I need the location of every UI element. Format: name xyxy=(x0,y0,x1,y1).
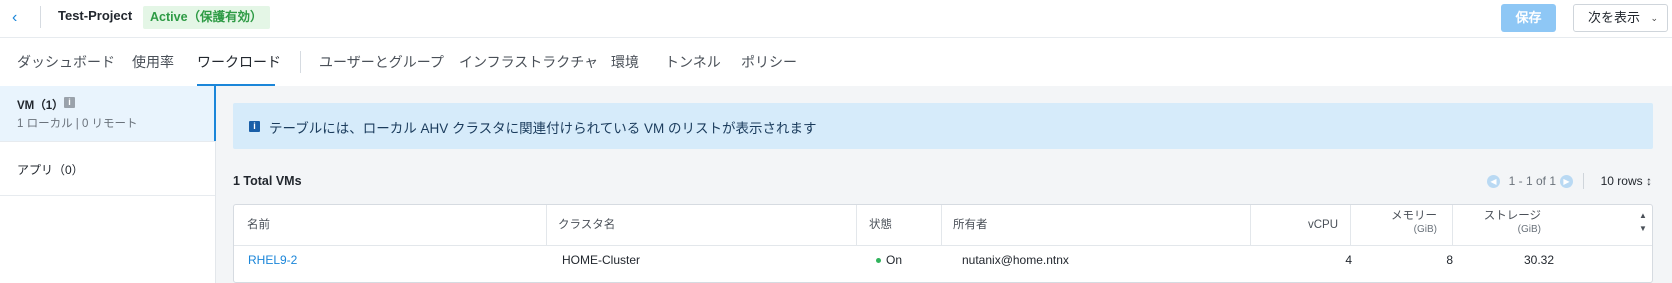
column-header-storage[interactable]: ストレージ (GiB) xyxy=(1452,209,1541,237)
cell-memory: 8 xyxy=(1446,253,1453,267)
column-header-owner[interactable]: 所有者 xyxy=(953,205,988,245)
column-header-memory-label: メモリー xyxy=(1391,210,1437,222)
tab-dashboard[interactable]: ダッシュボード xyxy=(17,38,115,86)
info-icon[interactable]: i xyxy=(64,97,75,108)
tab-usage[interactable]: 使用率 xyxy=(132,38,174,86)
sidebar-item-vm-subtitle: 1 ローカル | 0 リモート xyxy=(17,118,138,130)
view-dropdown-label: 次を表示 xyxy=(1588,10,1641,25)
sidebar-item-vm-label: VM（1） xyxy=(17,100,64,112)
tab-policy[interactable]: ポリシー xyxy=(741,38,797,86)
rows-per-page-label: 10 rows xyxy=(1600,174,1643,188)
sidebar-item-app[interactable]: アプリ（0） xyxy=(0,142,215,195)
save-button[interactable]: 保存 xyxy=(1501,4,1556,32)
column-header-storage-label: ストレージ xyxy=(1483,210,1541,222)
column-header-memory-unit: (GiB) xyxy=(1413,224,1437,235)
rows-per-page-select[interactable]: 10 rows ↕ xyxy=(1601,174,1652,188)
column-header-storage-unit: (GiB) xyxy=(1517,224,1541,235)
pagination: ◀ 1 - 1 of 1 ▶ 10 rows ↕ xyxy=(1482,172,1652,190)
status-badge: Active（保護有効） xyxy=(143,6,270,29)
sidebar-item-app-label: アプリ（0） xyxy=(17,163,84,177)
column-header-name[interactable]: 名前 xyxy=(247,205,270,245)
vm-name-link[interactable]: RHEL9-2 xyxy=(248,253,297,267)
sidebar-divider xyxy=(0,195,215,196)
tab-separator xyxy=(300,51,301,73)
cell-vcpu: 4 xyxy=(1345,253,1352,267)
pagination-divider xyxy=(1583,173,1584,189)
column-separator xyxy=(941,205,942,245)
back-button[interactable]: ‹ xyxy=(12,9,28,27)
info-banner-text: テーブルには、ローカル AHV クラスタに関連付けられている VM のリストが表… xyxy=(269,121,817,136)
tab-bar: ダッシュボード 使用率 ワークロード ユーザーとグループ インフラストラクチャ … xyxy=(0,38,1672,86)
tab-workload[interactable]: ワークロード xyxy=(197,38,281,86)
page-header: ‹ Test-Project Active（保護有効） 保存 次を表示 ⌄ xyxy=(0,0,1672,38)
status-on-dot-icon xyxy=(876,258,881,264)
column-header-vcpu[interactable]: vCPU xyxy=(1250,205,1338,245)
cell-cluster: HOME-Cluster xyxy=(562,253,641,267)
column-separator xyxy=(856,205,857,245)
info-banner: i テーブルには、ローカル AHV クラスタに関連付けられている VM のリスト… xyxy=(233,103,1653,149)
column-header-memory[interactable]: メモリー (GiB) xyxy=(1350,209,1437,237)
tab-infrastructure[interactable]: インフラストラクチャ xyxy=(459,38,598,86)
info-icon: i xyxy=(249,121,260,132)
cell-owner: nutanix@home.ntnx xyxy=(962,253,1069,267)
column-header-cluster[interactable]: クラスタ名 xyxy=(558,205,615,245)
chevron-left-icon: ‹ xyxy=(12,9,18,26)
tab-tunnel[interactable]: トンネル xyxy=(665,38,721,86)
main-content: i テーブルには、ローカル AHV クラスタに関連付けられている VM のリスト… xyxy=(216,86,1672,283)
cell-storage: 30.32 xyxy=(1523,253,1554,267)
sort-updown-icon: ↕ xyxy=(1646,174,1652,188)
page-range: 1 - 1 of 1 xyxy=(1508,174,1556,188)
sidebar-item-vm[interactable]: VM（1） i 1 ローカル | 0 リモート xyxy=(0,86,216,141)
column-header-state[interactable]: 状態 xyxy=(869,205,892,245)
project-title: Test-Project xyxy=(58,8,133,23)
cell-state-label: On xyxy=(886,253,903,267)
view-dropdown-button[interactable]: 次を表示 ⌄ xyxy=(1573,4,1668,32)
tab-users-groups[interactable]: ユーザーとグループ xyxy=(319,38,444,86)
sort-arrows-icon[interactable]: ▲ ▼ xyxy=(1639,209,1649,235)
vm-table: 名前 クラスタ名 状態 所有者 vCPU メモリー (GiB) ストレージ (G… xyxy=(233,204,1653,283)
workload-sidebar: VM（1） i 1 ローカル | 0 リモート アプリ（0） xyxy=(0,86,216,283)
chevron-down-icon: ⌄ xyxy=(1650,13,1658,23)
previous-page-button[interactable]: ◀ xyxy=(1487,175,1500,188)
tab-environment[interactable]: 環境 xyxy=(611,38,639,86)
next-page-button[interactable]: ▶ xyxy=(1560,175,1573,188)
header-divider xyxy=(40,6,41,28)
total-count: 1 Total VMs xyxy=(233,174,302,188)
column-separator xyxy=(546,205,547,245)
table-header-divider xyxy=(234,245,1652,246)
cell-state: On xyxy=(876,253,902,267)
